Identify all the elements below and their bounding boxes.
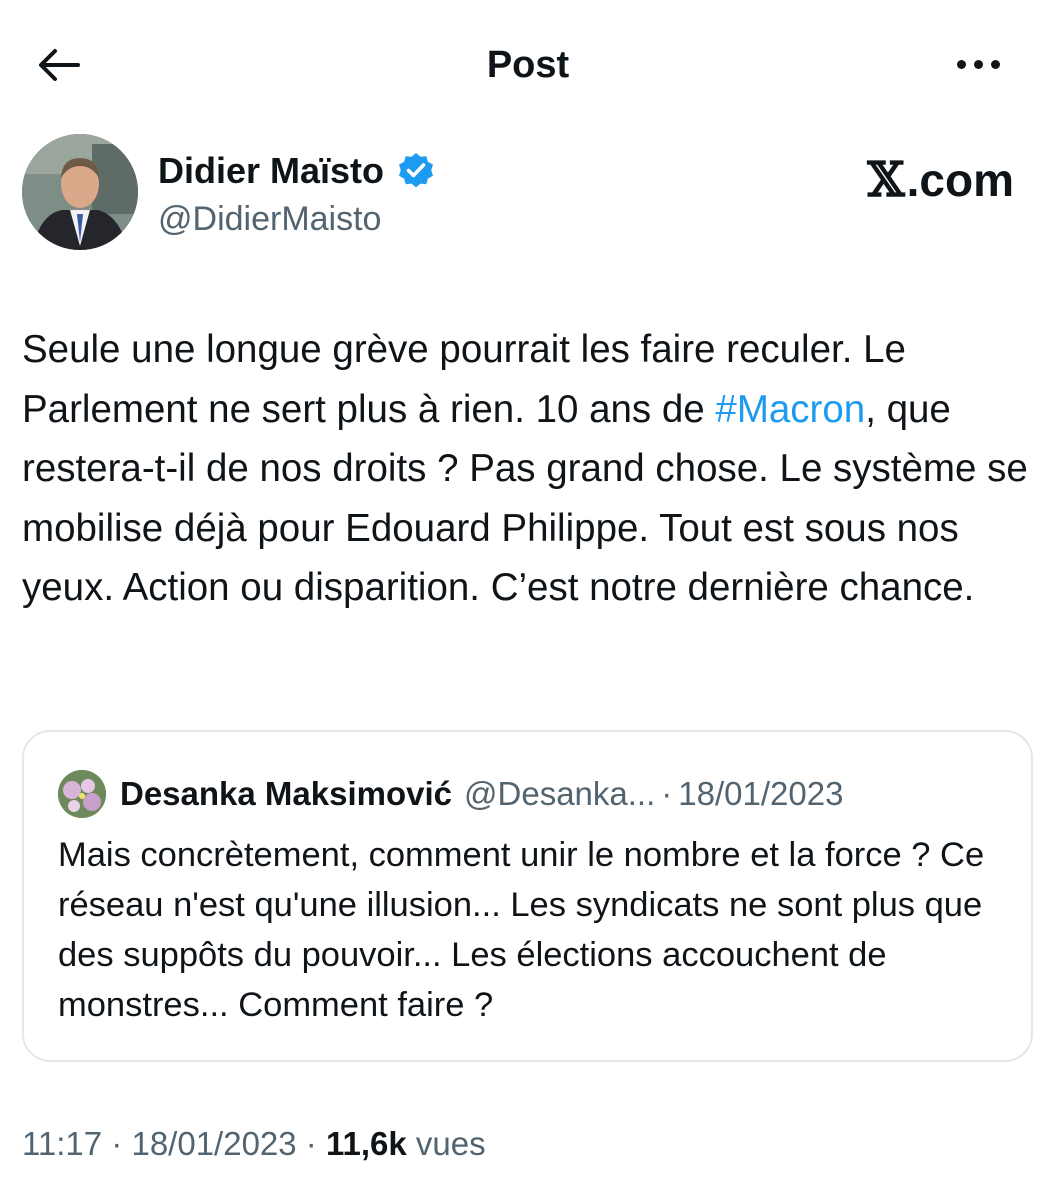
more-options-button[interactable] xyxy=(940,44,1016,84)
quote-text: Mais concrètement, comment unir le nombr… xyxy=(58,836,985,1024)
watermark-text: .com xyxy=(906,154,1014,206)
quoted-post-card[interactable]: Desanka Maksimović @Desanka... · 18/01/2… xyxy=(22,730,1033,1062)
meta-separator: · xyxy=(102,1125,132,1162)
hashtag-link[interactable]: #Macron xyxy=(715,388,865,431)
post-author: Didier Maïsto @DidierMaisto 𝕏 .com xyxy=(22,134,1032,254)
author-name[interactable]: Didier Maïsto xyxy=(158,150,384,192)
meta-separator: · xyxy=(296,1125,326,1162)
author-name-row: Didier Maïsto xyxy=(158,150,436,192)
page-title: Post xyxy=(486,44,570,86)
post-meta: 11:17 · 18/01/2023 · 11,6k vues xyxy=(22,1122,486,1166)
quote-separator: · xyxy=(661,775,673,812)
more-horizontal-icon xyxy=(956,59,966,69)
tweet-text: Seule une longue grève pourrait les fair… xyxy=(22,320,1042,618)
post-time[interactable]: 11:17 xyxy=(22,1125,102,1162)
verified-badge-icon xyxy=(399,153,434,188)
avatar[interactable] xyxy=(22,134,138,250)
quote-avatar[interactable] xyxy=(58,770,106,818)
xcom-watermark: 𝕏 .com xyxy=(867,154,1014,206)
more-dot xyxy=(990,59,1000,69)
quoted-post-header: Desanka Maksimović @Desanka... · 18/01/2… xyxy=(58,770,843,818)
quote-author-name[interactable]: Desanka Maksimović xyxy=(120,774,452,814)
quote-date[interactable]: 18/01/2023 xyxy=(678,774,843,814)
views-count[interactable]: 11,6k xyxy=(326,1125,407,1162)
x-logo-icon: 𝕏 xyxy=(867,152,905,208)
quote-author-handle[interactable]: @Desanka... xyxy=(464,774,655,814)
views-label: vues xyxy=(406,1125,486,1162)
quote-avatar-photo xyxy=(58,770,106,818)
avatar-photo xyxy=(22,134,138,250)
author-handle[interactable]: @DidierMaisto xyxy=(158,198,381,240)
post-date[interactable]: 18/01/2023 xyxy=(131,1125,296,1162)
top-bar: Post xyxy=(0,0,1056,130)
more-dot xyxy=(973,59,983,69)
